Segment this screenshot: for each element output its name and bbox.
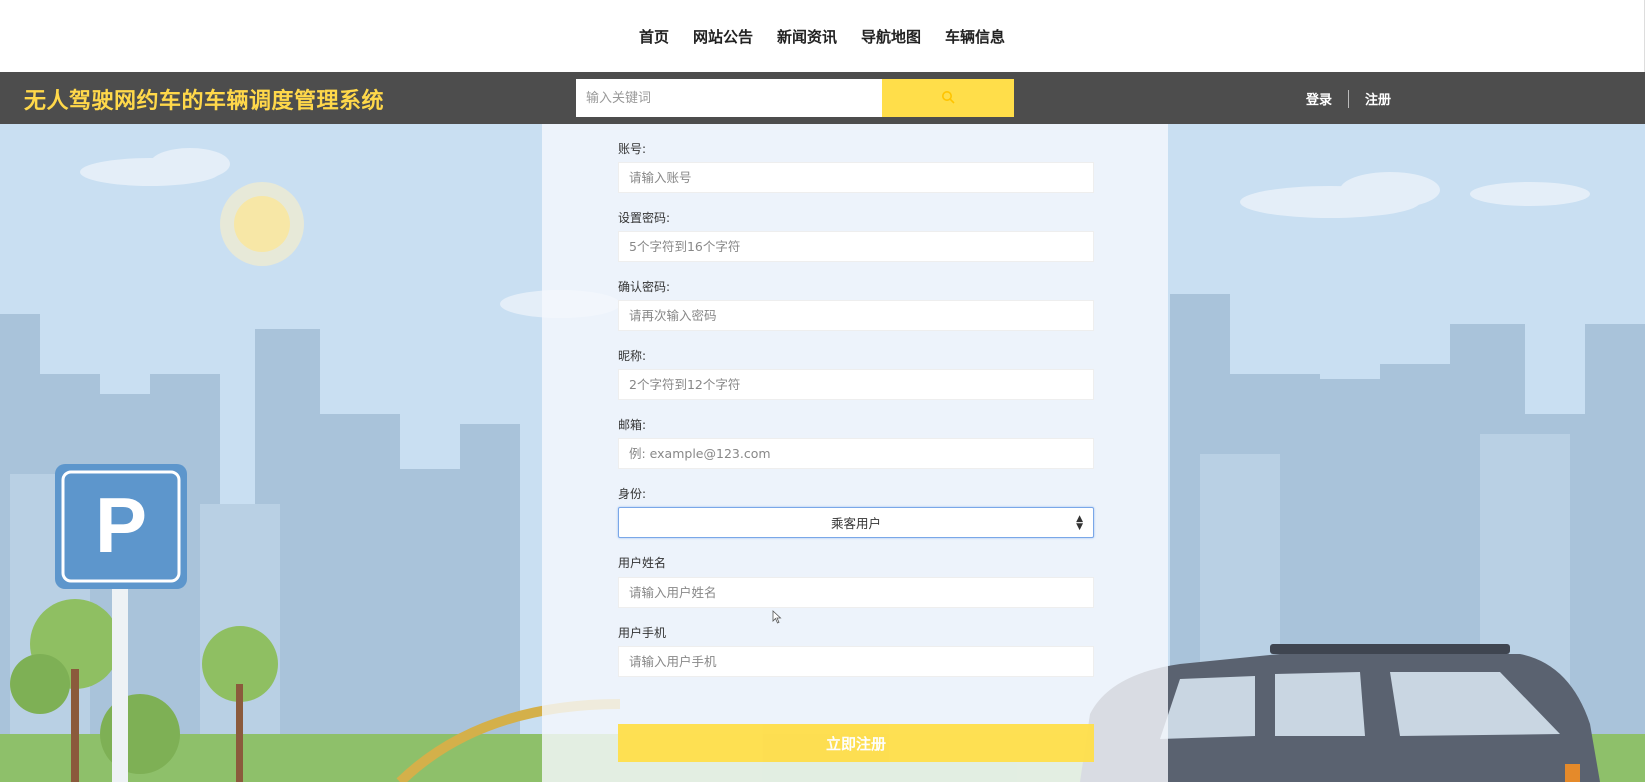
role-select[interactable]: 乘客用户 ▲ ▼ [618,507,1094,538]
auth-links: 登录 注册 [1290,89,1407,108]
nav-item-news[interactable]: 新闻资讯 [777,26,837,47]
confirm-password-label: 确认密码: [618,280,671,294]
phone-input[interactable] [618,646,1094,677]
account-label: 账号: [618,142,647,156]
register-link[interactable]: 注册 [1349,89,1407,108]
email-label: 邮箱: [618,418,647,432]
email-input[interactable] [618,438,1094,469]
registration-panel: 账号: 设置密码: 确认密码: 昵称: 邮箱: 身份: 乘客用户 ▲▼ 用户姓名… [542,124,1168,782]
search-input[interactable] [576,79,882,117]
realname-input[interactable] [618,577,1094,608]
nickname-input[interactable] [618,369,1094,400]
search-icon [941,90,955,107]
search-button[interactable] [882,79,1014,117]
role-label: 身份: [618,487,647,501]
header-bar: 无人驾驶网约车的车辆调度管理系统 登录 注册 [0,72,1645,124]
nickname-label: 昵称: [618,349,647,363]
nav-item-home[interactable]: 首页 [639,26,669,47]
nav-item-vehicles[interactable]: 车辆信息 [945,26,1005,47]
password-input[interactable] [618,231,1094,262]
realname-label: 用户姓名 [618,556,667,570]
login-link[interactable]: 登录 [1290,89,1348,108]
svg-text:P: P [95,481,147,569]
phone-label: 用户手机 [618,626,667,640]
select-arrows-icon: ▲ ▼ [1076,513,1083,532]
role-select-value: 乘客用户 [830,516,881,531]
site-title: 无人驾驶网约车的车辆调度管理系统 [24,89,385,114]
mouse-cursor-icon [772,610,782,624]
register-submit-button[interactable]: 立即注册 [618,724,1094,762]
nav-item-map[interactable]: 导航地图 [861,26,921,47]
nav-item-announcements[interactable]: 网站公告 [693,26,753,47]
account-input[interactable] [618,162,1094,193]
confirm-password-input[interactable] [618,300,1094,331]
top-nav: 首页 网站公告 新闻资讯 导航地图 车辆信息 [0,0,1645,72]
password-label: 设置密码: [618,211,671,225]
